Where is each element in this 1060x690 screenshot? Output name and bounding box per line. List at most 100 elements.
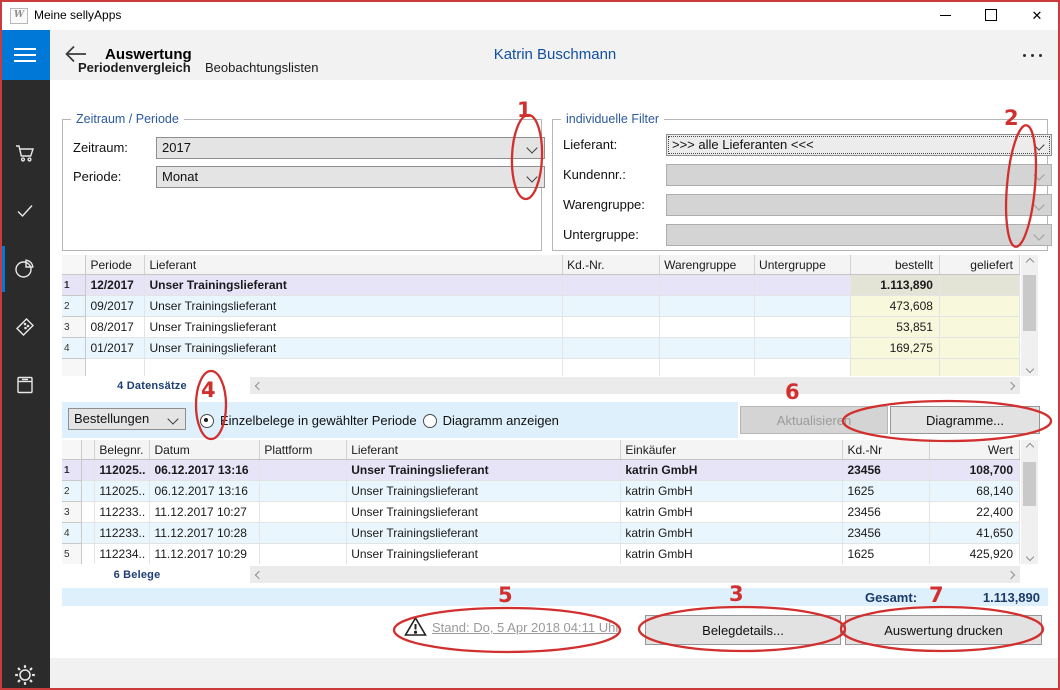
cell[interactable]: 1625	[843, 481, 930, 502]
cell[interactable]: 112234..	[95, 544, 150, 565]
column-header[interactable]: bestellt	[851, 255, 940, 275]
scroll-up-icon[interactable]	[1025, 443, 1033, 451]
cell[interactable]	[755, 338, 851, 359]
row-number-cell[interactable]: 5	[62, 544, 82, 565]
tab-beobachtungslisten[interactable]: Beobachtungslisten	[205, 60, 318, 75]
cell[interactable]: katrin GmbH	[621, 502, 843, 523]
cell[interactable]	[260, 523, 347, 544]
radio-unselected[interactable]	[423, 414, 437, 428]
cell[interactable]: Unser Trainingslieferant	[347, 502, 621, 523]
cell[interactable]: 09/2017	[86, 296, 145, 317]
cell[interactable]: 169,275	[851, 338, 940, 359]
cell[interactable]	[660, 338, 755, 359]
row-number-cell[interactable]: 2	[62, 481, 82, 502]
chevron-down-icon[interactable]	[526, 171, 537, 182]
cell[interactable]: katrin GmbH	[621, 544, 843, 565]
spacer-header[interactable]	[82, 440, 95, 460]
scroll-left-icon[interactable]	[255, 570, 263, 578]
cell[interactable]: 06.12.2017 13:16	[150, 481, 260, 502]
cell[interactable]: Unser Trainingslieferant	[145, 296, 563, 317]
scroll-right-icon[interactable]	[1007, 570, 1015, 578]
more-menu-button[interactable]	[1023, 54, 1042, 57]
radio-selected[interactable]	[200, 414, 214, 428]
cell[interactable]	[939, 275, 1019, 296]
table-row[interactable]: 401/2017Unser Trainingslieferant 169,275	[62, 338, 1020, 359]
scroll-thumb[interactable]	[1023, 275, 1036, 331]
cell[interactable]: 11.12.2017 10:27	[150, 502, 260, 523]
scroll-right-icon[interactable]	[1007, 381, 1015, 389]
cell[interactable]: 112233..	[95, 523, 150, 544]
cell[interactable]: 01/2017	[86, 338, 145, 359]
cell[interactable]	[563, 359, 660, 377]
detail-table-vscrollbar[interactable]	[1021, 440, 1038, 564]
cell[interactable]	[563, 338, 660, 359]
cell[interactable]: katrin GmbH	[621, 523, 843, 544]
cell[interactable]	[660, 317, 755, 338]
cell[interactable]: 108,700	[930, 460, 1020, 481]
scroll-thumb[interactable]	[1023, 462, 1036, 506]
minimize-button[interactable]	[922, 0, 968, 30]
row-number-cell[interactable]: 3	[62, 502, 82, 523]
detail-table-hscrollbar[interactable]	[250, 566, 1020, 583]
cell[interactable]: Unser Trainingslieferant	[145, 275, 563, 296]
table-row[interactable]: 308/2017Unser Trainingslieferant 53,851	[62, 317, 1020, 338]
column-header[interactable]: Wert	[930, 440, 1020, 460]
table-row[interactable]: 5112234..11.12.2017 10:29Unser Trainings…	[62, 544, 1020, 565]
column-header[interactable]: Kd.-Nr.	[563, 255, 660, 275]
cell[interactable]	[939, 338, 1019, 359]
chevron-down-icon[interactable]	[526, 142, 537, 153]
cell[interactable]: Unser Trainingslieferant	[145, 338, 563, 359]
column-header[interactable]: geliefert	[939, 255, 1019, 275]
row-number-cell[interactable]: 4	[62, 338, 86, 359]
cell[interactable]: 23456	[843, 460, 930, 481]
row-number-cell[interactable]: 2	[62, 296, 86, 317]
cell[interactable]: 12/2017	[86, 275, 145, 296]
row-number-cell[interactable]: 4	[62, 523, 82, 544]
row-number-cell[interactable]: 3	[62, 317, 86, 338]
column-header[interactable]: Lieferant	[347, 440, 621, 460]
column-header[interactable]: Einkäufer	[621, 440, 843, 460]
chevron-down-icon[interactable]	[167, 413, 178, 424]
row-number-header[interactable]	[62, 255, 86, 275]
cell[interactable]: 53,851	[851, 317, 940, 338]
spacer-cell[interactable]	[82, 523, 95, 544]
cell[interactable]: katrin GmbH	[621, 481, 843, 502]
cell[interactable]: 08/2017	[86, 317, 145, 338]
radio-label[interactable]: Einzelbelege in gewählter Periode	[220, 413, 417, 428]
sidebar-item-analysis[interactable]	[0, 246, 50, 292]
cell[interactable]	[660, 275, 755, 296]
sidebar-item-catalog[interactable]	[0, 362, 50, 408]
cell[interactable]	[939, 359, 1019, 377]
cell[interactable]	[939, 296, 1019, 317]
cell[interactable]: 68,140	[930, 481, 1020, 502]
cell[interactable]: 112025..	[95, 460, 150, 481]
scroll-down-icon[interactable]	[1025, 553, 1033, 561]
maximize-button[interactable]	[968, 0, 1014, 30]
column-header[interactable]: Plattform	[260, 440, 347, 460]
cell[interactable]: 41,650	[930, 523, 1020, 544]
chevron-down-icon[interactable]	[1033, 139, 1044, 150]
cell[interactable]	[86, 359, 145, 377]
row-number-header[interactable]	[62, 440, 82, 460]
cell[interactable]: 06.12.2017 13:16	[150, 460, 260, 481]
spacer-cell[interactable]	[82, 544, 95, 565]
cell[interactable]: Unser Trainingslieferant	[145, 317, 563, 338]
cell[interactable]: 11.12.2017 10:28	[150, 523, 260, 544]
cell[interactable]: 23456	[843, 523, 930, 544]
close-button[interactable]: ✕	[1014, 0, 1060, 30]
cell[interactable]: Unser Trainingslieferant	[347, 544, 621, 565]
cell[interactable]: 22,400	[930, 502, 1020, 523]
cell[interactable]: katrin GmbH	[621, 460, 843, 481]
document-details-button[interactable]: Belegdetails...	[645, 615, 841, 645]
cell[interactable]	[145, 359, 563, 377]
print-report-button[interactable]: Auswertung drucken	[845, 615, 1042, 645]
cell[interactable]: 112233..	[95, 502, 150, 523]
combo-lieferant[interactable]: >>> alle Lieferanten <<<	[666, 134, 1052, 156]
cell[interactable]: 112025..	[95, 481, 150, 502]
row-number-cell[interactable]: 1	[62, 460, 82, 481]
cell[interactable]	[563, 275, 660, 296]
spacer-cell[interactable]	[82, 502, 95, 523]
scroll-down-icon[interactable]	[1025, 365, 1033, 373]
doc-type-select[interactable]: Bestellungen	[68, 408, 186, 430]
cell[interactable]: Unser Trainingslieferant	[347, 523, 621, 544]
